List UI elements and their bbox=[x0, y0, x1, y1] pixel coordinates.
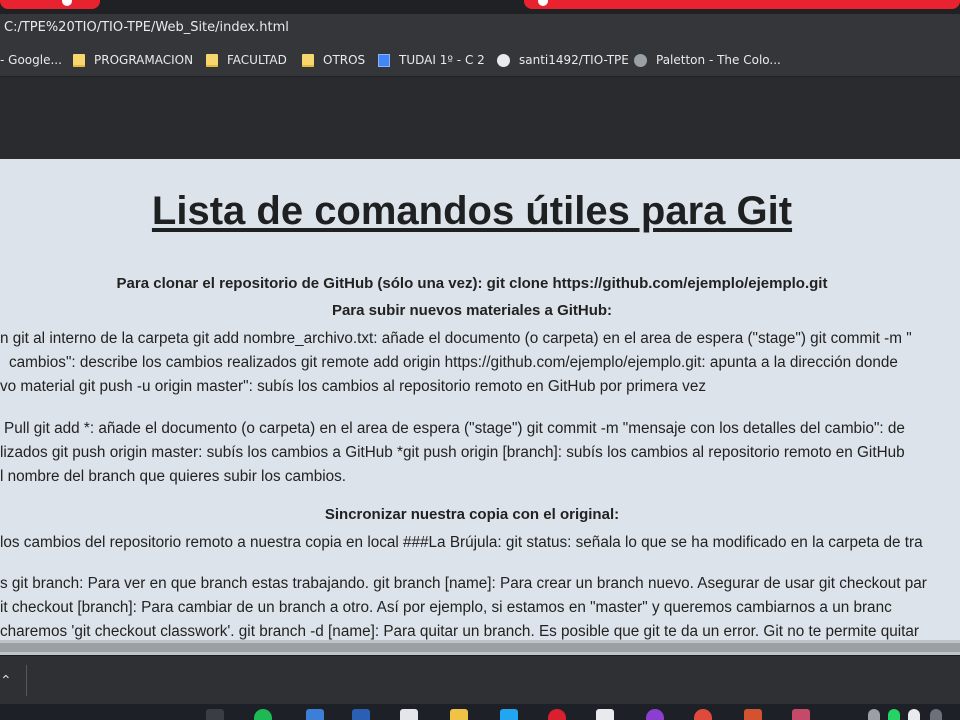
windows-taskbar bbox=[0, 704, 960, 720]
horizontal-scrollbar[interactable] bbox=[0, 640, 960, 655]
address-bar[interactable]: C:/TPE%20TIO/TIO-TPE/Web_Site/index.html bbox=[0, 14, 960, 44]
paragraph-push-line: l nombre del branch que quieres subir lo… bbox=[0, 468, 347, 485]
upload-heading: Para subir nuevos materiales a GitHub: bbox=[331, 302, 613, 319]
paletton-icon bbox=[634, 53, 647, 67]
page-header-band bbox=[0, 77, 960, 159]
paragraph-push-line: Pull git add *: añade el documento (o ca… bbox=[4, 420, 905, 437]
paragraph-branch-line: s git branch: Para ver en que branch est… bbox=[0, 575, 927, 592]
chrome-icon[interactable] bbox=[694, 709, 712, 720]
download-bar: ⌃ bbox=[0, 655, 960, 705]
paragraph-upload-line: vo material git push -u origin master": … bbox=[0, 378, 706, 395]
github-icon bbox=[497, 53, 510, 67]
browser-tab[interactable] bbox=[524, 0, 960, 9]
folder-icon bbox=[302, 53, 314, 67]
bookmark-label: PROGRAMACION bbox=[94, 53, 194, 67]
paragraph-upload-line: n git al interno de la carpeta git add n… bbox=[0, 330, 912, 347]
clone-command-text: Para clonar el repositorio de GitHub (só… bbox=[116, 275, 828, 292]
arrow-app-icon[interactable] bbox=[306, 709, 324, 720]
bookmark-google[interactable]: - Google... bbox=[0, 52, 62, 68]
bookmarks-bar: - Google... PROGRAMACION FACULTAD OTROS … bbox=[0, 44, 960, 77]
firefox-icon[interactable] bbox=[646, 709, 664, 720]
bookmark-programacion[interactable]: PROGRAMACION bbox=[73, 52, 193, 68]
folder-icon bbox=[206, 53, 218, 67]
bookmark-label: TUDAI 1º - C 2 bbox=[399, 53, 485, 67]
powerpoint-icon[interactable] bbox=[744, 709, 762, 720]
tray-icon[interactable] bbox=[930, 709, 942, 720]
bookmark-facultad[interactable]: FACULTAD bbox=[206, 52, 287, 68]
folder-icon bbox=[73, 53, 85, 67]
google-docs-icon bbox=[378, 53, 390, 67]
chevron-up-icon[interactable]: ⌃ bbox=[0, 673, 12, 689]
paint-icon[interactable] bbox=[792, 709, 810, 720]
bookmark-paletton[interactable]: Paletton - The Colo... bbox=[634, 52, 781, 68]
file-explorer-icon[interactable] bbox=[450, 709, 468, 720]
spotify-icon[interactable] bbox=[254, 709, 272, 720]
opera-icon[interactable] bbox=[548, 709, 566, 720]
divider bbox=[26, 665, 27, 696]
bookmark-label: santi1492/TIO-TPE bbox=[519, 53, 629, 67]
tray-icon[interactable] bbox=[868, 709, 880, 720]
bookmark-github-repo[interactable]: santi1492/TIO-TPE bbox=[497, 52, 629, 68]
bookmark-label: OTROS bbox=[323, 53, 366, 67]
tab-favicon bbox=[62, 0, 72, 6]
taskbar-app-icon[interactable] bbox=[206, 709, 224, 720]
tray-icon[interactable] bbox=[908, 709, 920, 720]
sync-heading: Sincronizar nuestra copia con el origina… bbox=[324, 506, 620, 523]
tab-strip bbox=[0, 0, 960, 14]
page-content: Lista de comandos útiles para Git Para c… bbox=[0, 159, 960, 655]
tab-favicon bbox=[538, 0, 548, 6]
paragraph-push-line: lizados git push origin master: subís lo… bbox=[0, 444, 905, 461]
paragraph-sync-line: los cambios del repositorio remoto a nue… bbox=[0, 534, 923, 551]
browser-tab[interactable] bbox=[0, 0, 100, 9]
word-icon[interactable] bbox=[352, 709, 370, 720]
paragraph-upload-line: cambios": describe los cambios realizado… bbox=[9, 354, 898, 371]
app-icon[interactable] bbox=[596, 709, 614, 720]
bookmark-label: Paletton - The Colo... bbox=[656, 53, 781, 67]
bookmark-label: - Google... bbox=[0, 53, 62, 67]
page-title: Lista de comandos útiles para Git bbox=[151, 189, 793, 233]
url-text[interactable]: C:/TPE%20TIO/TIO-TPE/Web_Site/index.html bbox=[4, 20, 289, 35]
vscode-icon[interactable] bbox=[500, 709, 518, 720]
store-icon[interactable] bbox=[400, 709, 418, 720]
bookmark-label: FACULTAD bbox=[227, 53, 287, 67]
bookmark-otros[interactable]: OTROS bbox=[302, 52, 365, 68]
bookmark-tudai[interactable]: TUDAI 1º - C 2 bbox=[378, 52, 485, 68]
whatsapp-icon[interactable] bbox=[888, 709, 900, 720]
paragraph-branch-line: it checkout [branch]: Para cambiar de un… bbox=[0, 599, 892, 616]
scrollbar-thumb[interactable] bbox=[0, 643, 960, 652]
